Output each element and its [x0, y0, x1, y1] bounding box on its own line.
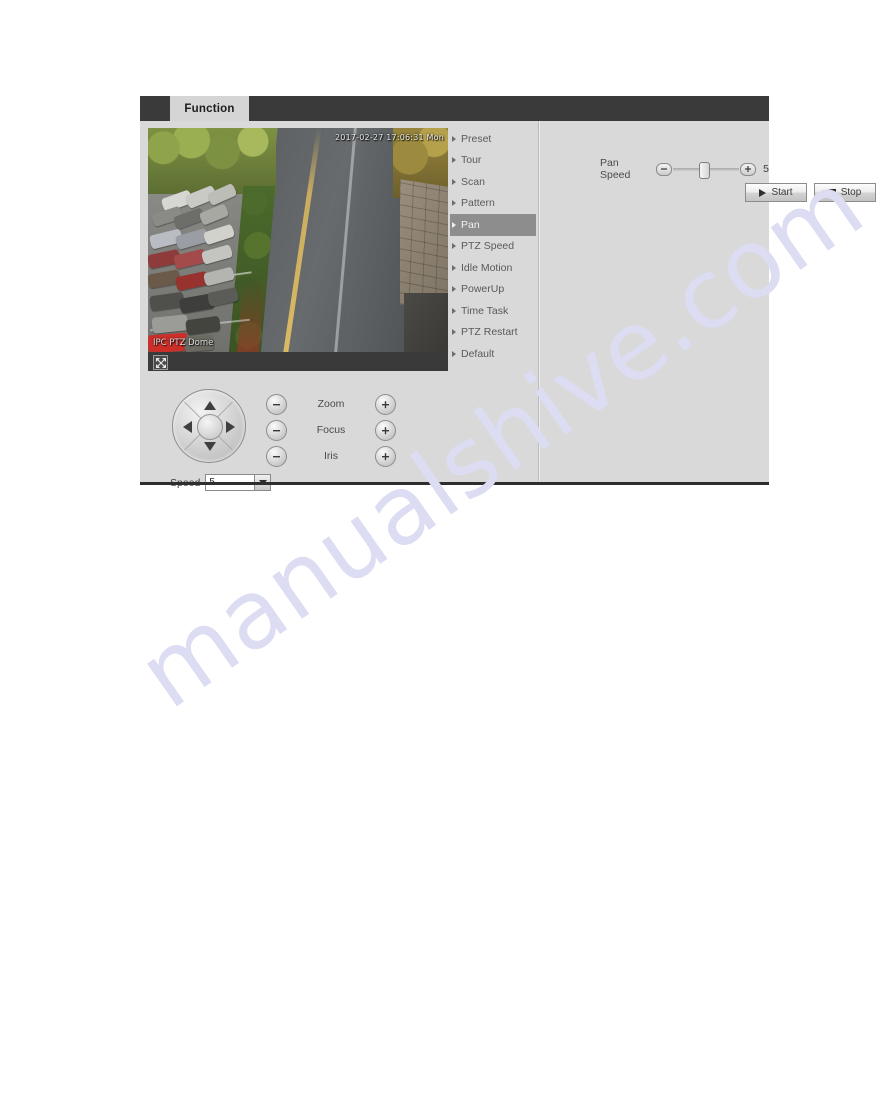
menu-item-time-task[interactable]: Time Task: [450, 300, 536, 322]
chevron-right-icon: [452, 178, 456, 185]
start-button-label: Start: [771, 187, 793, 198]
ptz-function-panel: Function 2017-02-27 17:06:31 Mon IPC PTZ…: [140, 96, 876, 491]
lens-label-zoom: Zoom: [317, 398, 345, 410]
menu-item-label: Time Task: [461, 304, 509, 317]
chevron-right-icon: [452, 264, 456, 271]
menu-item-pattern[interactable]: Pattern: [450, 193, 536, 215]
lens-row-iris: Iris: [266, 443, 396, 469]
arrow-down-icon[interactable]: [204, 442, 216, 451]
ptz-control-area: Zoom Focus Iris: [148, 379, 448, 491]
focus-plus-button[interactable]: [375, 419, 396, 441]
arrow-left-icon[interactable]: [183, 421, 192, 433]
tab-function[interactable]: Function: [170, 96, 249, 121]
pan-speed-value: 5: [763, 163, 769, 175]
menu-item-label: Tour: [461, 154, 482, 167]
pan-speed-label: Pan Speed: [600, 157, 631, 181]
video-toolbar: [148, 352, 448, 371]
function-menu-list: Preset Tour Scan Pattern Pan PTZ Speed I…: [450, 128, 536, 365]
vegetation-top: [148, 128, 276, 194]
iris-minus-button[interactable]: [266, 445, 287, 467]
chevron-right-icon: [452, 243, 456, 250]
dpad-center-button[interactable]: [197, 414, 223, 440]
menu-item-idle-motion[interactable]: Idle Motion: [450, 257, 536, 279]
stone-wall: [400, 179, 448, 312]
panel-body: 2017-02-27 17:06:31 Mon IPC PTZ Dome Zoo…: [140, 121, 876, 491]
chevron-right-icon: [452, 307, 456, 314]
menu-item-ptz-speed[interactable]: PTZ Speed: [450, 236, 536, 258]
chevron-right-icon: [452, 221, 456, 228]
pan-speed-slider[interactable]: [673, 161, 740, 179]
menu-item-scan[interactable]: Scan: [450, 171, 536, 193]
zoom-plus-button[interactable]: [375, 393, 396, 415]
lens-label-iris: Iris: [324, 450, 338, 462]
menu-item-label: Pan: [461, 218, 480, 231]
chevron-right-icon: [452, 286, 456, 293]
stop-button-label: Stop: [840, 187, 862, 198]
menu-item-ptz-restart[interactable]: PTZ Restart: [450, 322, 536, 344]
menu-item-preset[interactable]: Preset: [450, 128, 536, 150]
zoom-minus-button[interactable]: [266, 393, 287, 415]
pan-speed-plus-button[interactable]: [740, 162, 757, 176]
menu-item-label: PTZ Speed: [461, 240, 515, 253]
stop-button[interactable]: Stop: [814, 183, 876, 202]
pan-speed-control: Pan Speed 5: [600, 157, 769, 181]
iris-plus-button[interactable]: [375, 445, 396, 467]
chevron-right-icon: [452, 157, 456, 164]
menu-item-label: PowerUp: [461, 283, 505, 296]
menu-item-tour[interactable]: Tour: [450, 150, 536, 172]
stop-icon: [828, 189, 836, 196]
wall-shadow: [404, 293, 448, 352]
menu-item-pan[interactable]: Pan: [450, 214, 536, 236]
chevron-right-icon: [452, 329, 456, 336]
menu-item-powerup[interactable]: PowerUp: [450, 279, 536, 301]
video-timestamp: 2017-02-27 17:06:31 Mon: [335, 133, 444, 142]
pan-settings-pane: Pan Speed 5 Start Stop: [540, 121, 876, 481]
lens-row-focus: Focus: [266, 417, 396, 443]
menu-item-label: Scan: [461, 175, 485, 188]
start-button[interactable]: Start: [745, 183, 807, 202]
panel-header-bar: Function: [140, 96, 769, 121]
arrow-up-icon[interactable]: [204, 401, 216, 410]
menu-item-label: PTZ Restart: [461, 326, 518, 339]
menu-item-label: Idle Motion: [461, 261, 513, 274]
arrow-right-icon[interactable]: [226, 421, 235, 433]
chevron-right-icon: [452, 350, 456, 357]
chevron-right-icon: [452, 135, 456, 142]
video-preview[interactable]: 2017-02-27 17:06:31 Mon IPC PTZ Dome: [148, 128, 448, 371]
menu-item-label: Preset: [461, 132, 492, 145]
pan-action-buttons: Start Stop: [745, 183, 876, 202]
lens-label-focus: Focus: [316, 424, 346, 436]
lens-row-zoom: Zoom: [266, 391, 396, 417]
slider-handle-icon[interactable]: [699, 161, 711, 179]
panel-bottom-border: [140, 482, 769, 485]
video-channel-label: IPC PTZ Dome: [153, 338, 214, 348]
fullscreen-icon[interactable]: [153, 355, 168, 370]
chevron-right-icon: [452, 200, 456, 207]
ptz-direction-pad[interactable]: [172, 389, 246, 463]
menu-item-default[interactable]: Default: [450, 343, 536, 365]
menu-item-label: Pattern: [461, 197, 495, 210]
video-frame: 2017-02-27 17:06:31 Mon IPC PTZ Dome: [148, 128, 448, 352]
focus-minus-button[interactable]: [266, 419, 287, 441]
lens-control-rows: Zoom Focus Iris: [266, 391, 396, 469]
menu-item-label: Default: [461, 347, 495, 360]
pan-speed-minus-button[interactable]: [656, 162, 673, 176]
play-icon: [759, 188, 767, 197]
